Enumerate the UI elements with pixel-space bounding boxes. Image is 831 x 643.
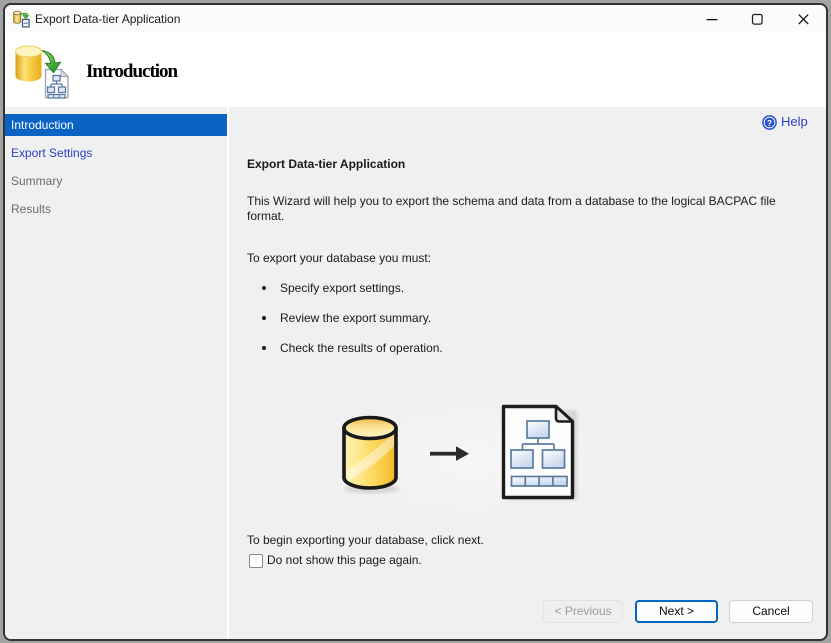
svg-text:?: ? — [767, 118, 772, 128]
